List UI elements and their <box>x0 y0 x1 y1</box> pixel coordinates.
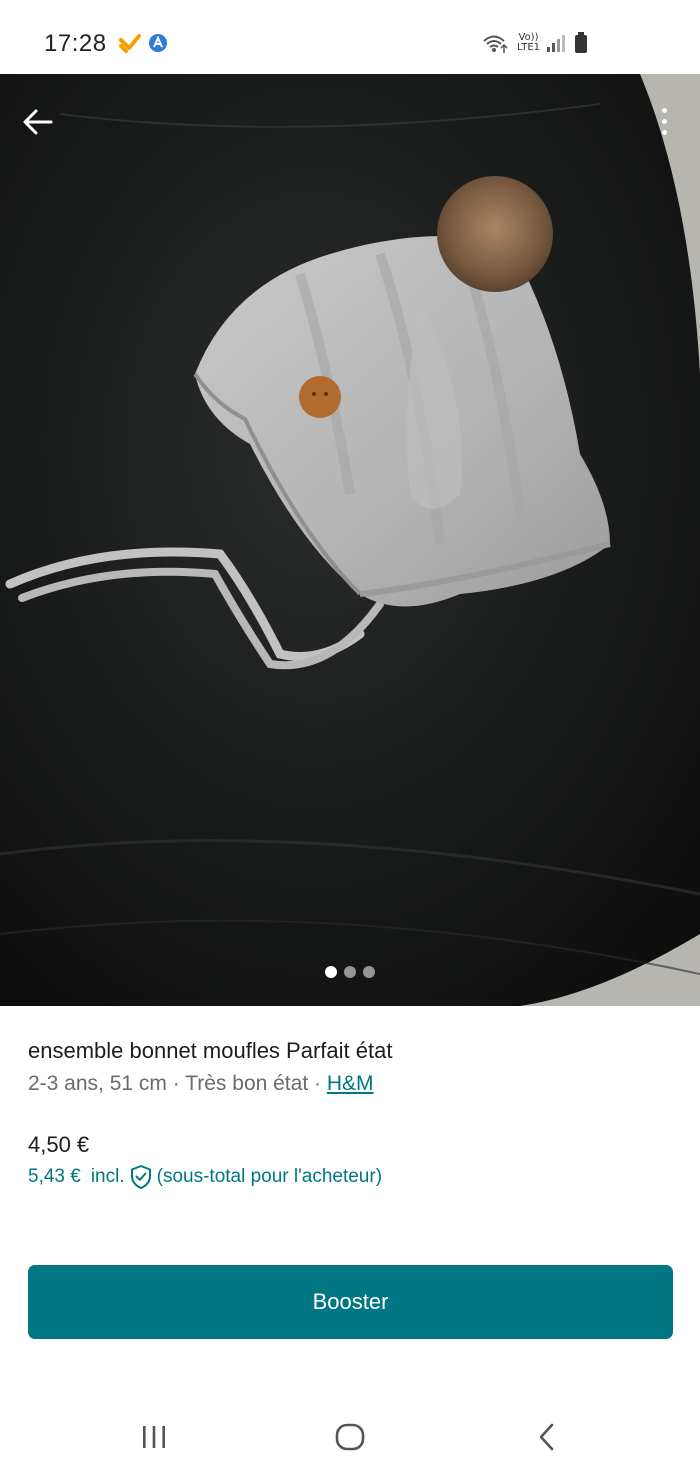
wifi-icon <box>483 35 508 53</box>
more-options-button[interactable] <box>650 99 678 143</box>
more-vert-icon-dot <box>661 118 667 124</box>
product-photo-image <box>0 74 700 1006</box>
buyer-subtotal-note: (sous-total pour l'acheteur) <box>156 1166 383 1187</box>
buyer-price-info[interactable]: 5,43 € incl. (sous-total pour l'acheteur… <box>28 1164 382 1190</box>
recents-icon[interactable] <box>140 1424 168 1450</box>
signal-icon <box>547 35 565 52</box>
status-indicators: Vo)) LTE1 <box>481 32 588 54</box>
separator: · <box>166 1072 186 1095</box>
carousel-indicator <box>0 966 700 978</box>
item-size: 2-3 ans, 51 cm <box>28 1072 167 1095</box>
price-incl-value: 5,43 € <box>28 1166 81 1187</box>
incl-label: incl. <box>90 1166 125 1187</box>
status-bar: 17:28 Vo)) LTE1 <box>0 0 700 74</box>
brand-link[interactable]: H&M <box>327 1072 374 1095</box>
account-notification-icon <box>149 34 167 52</box>
carousel-dot[interactable] <box>363 966 375 978</box>
carousel-dot[interactable] <box>344 966 356 978</box>
item-details: 2-3 ans, 51 cm · Très bon état · H&M <box>28 1072 374 1096</box>
system-nav-bar <box>0 1400 700 1478</box>
lte-indicator: Vo)) LTE1 <box>517 32 540 53</box>
nav-back-icon[interactable] <box>536 1422 558 1452</box>
status-time: 17:28 <box>44 30 107 57</box>
item-title: ensemble bonnet moufles Parfait état <box>28 1038 393 1063</box>
home-icon[interactable] <box>334 1422 366 1452</box>
product-photo[interactable] <box>0 74 700 1006</box>
notification-app-icon <box>119 34 141 53</box>
back-arrow-icon <box>23 109 53 135</box>
battery-icon <box>575 32 587 53</box>
back-button[interactable] <box>18 102 58 142</box>
boost-button[interactable]: Booster <box>28 1265 673 1339</box>
separator: · <box>308 1072 327 1095</box>
item-condition: Très bon état <box>185 1072 309 1095</box>
item-price: 4,50 € <box>28 1132 90 1157</box>
more-vert-icon-dot <box>661 107 667 113</box>
shield-check-icon <box>129 1164 153 1190</box>
more-vert-icon-dot <box>661 129 667 135</box>
carousel-dot-active[interactable] <box>325 966 337 978</box>
